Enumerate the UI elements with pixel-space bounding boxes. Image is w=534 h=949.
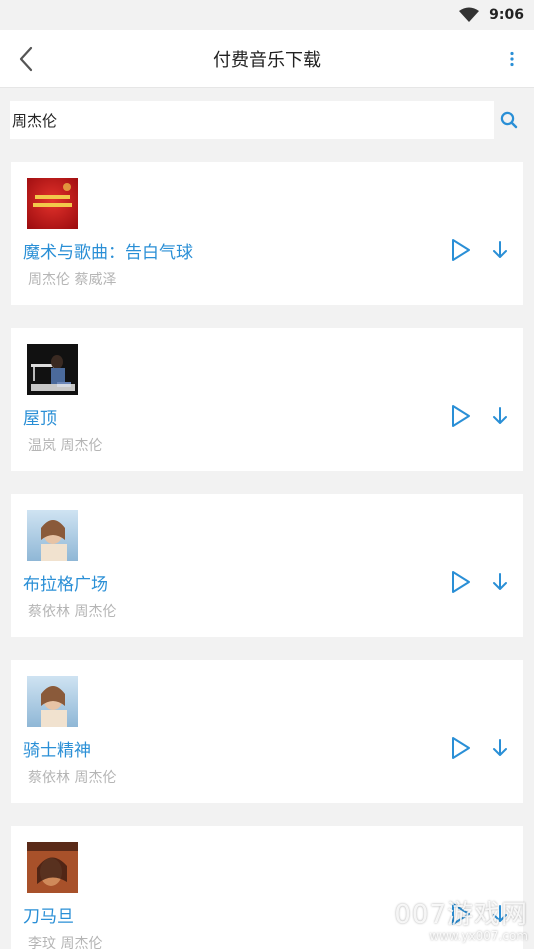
play-button[interactable] xyxy=(449,569,473,595)
watermark-url: www.yx007.com xyxy=(429,929,528,943)
play-icon xyxy=(452,737,470,759)
song-card[interactable]: 魔术与歌曲：告白气球 周杰伦 蔡威泽 xyxy=(11,162,523,305)
song-card[interactable]: 布拉格广场 蔡依林 周杰伦 xyxy=(11,494,523,637)
song-title: 骑士精神 xyxy=(23,741,91,761)
song-title: 布拉格广场 xyxy=(23,575,108,595)
song-title: 魔术与歌曲：告白气球 xyxy=(23,243,193,263)
more-button[interactable] xyxy=(502,46,522,72)
song-artist: 李玟 周杰伦 xyxy=(28,936,103,949)
play-button[interactable] xyxy=(449,735,473,761)
album-cover xyxy=(27,344,78,395)
song-artist: 温岚 周杰伦 xyxy=(28,438,103,454)
watermark-main: 007游戏网 xyxy=(394,900,528,930)
status-bar: 9:06 xyxy=(0,0,534,30)
back-arrow-icon xyxy=(19,46,33,72)
download-arrow-icon xyxy=(493,573,507,590)
download-arrow-icon xyxy=(493,407,507,424)
download-button[interactable] xyxy=(489,238,511,262)
back-button[interactable] xyxy=(14,44,38,74)
status-time: 9:06 xyxy=(489,7,524,23)
download-button[interactable] xyxy=(489,404,511,428)
song-artist: 蔡依林 周杰伦 xyxy=(28,604,117,620)
download-arrow-icon xyxy=(493,241,507,258)
app-bar: 付费音乐下载 xyxy=(0,30,534,88)
song-card[interactable]: 骑士精神 蔡依林 周杰伦 xyxy=(11,660,523,803)
play-icon xyxy=(452,239,470,261)
page-title: 付费音乐下载 xyxy=(213,49,321,71)
site-watermark: 007游戏网 www.yx007.com xyxy=(394,894,528,943)
song-card[interactable]: 屋顶 温岚 周杰伦 xyxy=(11,328,523,471)
song-title: 屋顶 xyxy=(23,409,57,429)
wifi-icon xyxy=(459,7,480,23)
song-artist: 蔡依林 周杰伦 xyxy=(28,770,117,786)
play-button[interactable] xyxy=(449,403,473,429)
download-button[interactable] xyxy=(489,570,511,594)
more-vertical-icon xyxy=(510,51,514,67)
album-cover xyxy=(27,178,78,229)
search-bar xyxy=(10,100,524,140)
album-cover xyxy=(27,510,78,561)
play-icon xyxy=(452,405,470,427)
album-cover xyxy=(27,842,78,893)
search-icon xyxy=(500,111,518,129)
search-input[interactable] xyxy=(10,101,494,139)
download-button[interactable] xyxy=(489,736,511,760)
song-title: 刀马旦 xyxy=(23,907,74,927)
song-artist: 周杰伦 蔡威泽 xyxy=(28,272,117,288)
album-cover xyxy=(27,676,78,727)
download-arrow-icon xyxy=(493,739,507,756)
play-button[interactable] xyxy=(449,237,473,263)
search-button[interactable] xyxy=(494,101,524,139)
play-icon xyxy=(452,571,470,593)
